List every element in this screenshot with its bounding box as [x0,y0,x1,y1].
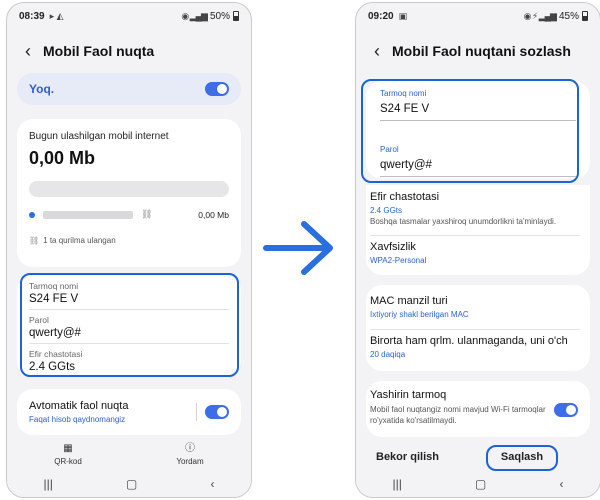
hidden-network-title: Yashirin tarmoq [370,389,447,401]
security-title: Xavfsizlik [370,241,416,253]
status-bar: 09:20 ▣ ◉ ⚡ ▂▄▆ 45% [356,3,600,29]
signal-icon: ◉ ▂▄▆ [181,10,208,21]
bottom-actions: ▦ QR-kod ⓘ Yordam [7,443,251,471]
notification-icons: ▣ [398,10,408,21]
hidden-network-card[interactable]: Yashirin tarmoq Mobil faol nuqtangiz nom… [366,381,590,437]
home-icon[interactable]: ▢ [475,477,486,491]
band-description: Boshqa tasmalar yaxshiroq unumdorlikni t… [370,217,557,226]
hotspot-switch[interactable] [205,82,229,96]
battery-icon [233,11,239,21]
security-row[interactable]: Xavfsizlik WPA2-Personal [370,241,580,265]
divider [370,329,580,330]
home-icon[interactable]: ▢ [126,477,137,491]
device-name-blurred [43,210,133,219]
qr-code-label: QR-kod [54,457,82,466]
page-title: Mobil Faol nuqtani sozlash [392,43,571,59]
usage-title: Bugun ulashilgan mobil internet [29,131,169,142]
battery-icon [582,11,588,21]
timeout-title: Birorta ham qrlm. ulanmaganda, uni o'ch [370,335,568,347]
header: ‹ Mobil Faol nuqtani sozlash [356,37,600,65]
divider [370,235,580,236]
system-nav-bar: ||| ▢ ‹ [7,471,251,497]
battery-level: 45% [558,10,579,22]
phone-screen-after: 09:20 ▣ ◉ ⚡ ▂▄▆ 45% ‹ Mobil Faol nuqtani… [355,2,600,498]
mac-value: Ixtiyoriy shakl berilgan MAC [370,310,469,319]
auto-hotspot-title: Avtomatik faol nuqta [29,400,129,412]
bottom-actions: Bekor qilish Saqlash [356,445,600,471]
qr-code-icon: ▦ [63,443,73,454]
header: ‹ Mobil Faol nuqta [7,37,251,65]
back-nav-icon[interactable]: ‹ [210,477,214,491]
cancel-button[interactable]: Bekor qilish [376,451,439,463]
help-label: Yordam [176,457,204,466]
back-nav-icon[interactable]: ‹ [559,477,563,491]
link-icon: ⛓ [29,236,40,245]
system-nav-bar: ||| ▢ ‹ [356,471,600,497]
toggle-label: Yoq. [29,82,55,96]
device-row: ⛓ 0,00 Mb [29,209,229,220]
band-title: Efir chastotasi [370,191,440,203]
right-arrow-icon [262,218,338,283]
device-dot-icon [29,211,35,218]
back-arrow-icon[interactable]: ‹ [374,42,380,60]
usage-card: Bugun ulashilgan mobil internet 0,00 Mb … [17,119,241,267]
highlight-box [20,273,239,377]
qr-code-button[interactable]: ▦ QR-kod [7,443,129,471]
band-row[interactable]: Efir chastotasi 2.4 GGts Boshqa tasmalar… [370,191,580,227]
save-button[interactable]: Saqlash [486,445,558,471]
band-security-card: Efir chastotasi 2.4 GGts Boshqa tasmalar… [366,185,590,275]
notification-icons: ▸ ◭ [49,10,64,21]
highlight-box [361,79,579,183]
security-value: WPA2-Personal [370,256,427,265]
battery-level: 50% [209,10,230,22]
timeout-value: 20 daqiqa [370,350,406,359]
phone-screen-before: 08:39 ▸ ◭ ◉ ▂▄▆ 50% ‹ Mobil Faol nuqta Y… [6,2,252,498]
status-time: 09:20 [368,10,394,22]
help-button[interactable]: ⓘ Yordam [129,443,251,471]
hidden-network-switch[interactable] [554,403,578,417]
timeout-row[interactable]: Birorta ham qrlm. ulanmaganda, uni o'ch … [370,335,584,359]
advanced-card: MAC manzil turi Ixtiyoriy shakl berilgan… [366,285,590,371]
mac-row[interactable]: MAC manzil turi Ixtiyoriy shakl berilgan… [370,295,580,319]
link-icon: ⛓ [141,209,153,219]
connected-count: 1 ta qurilma ulangan [43,236,116,245]
back-arrow-icon[interactable]: ‹ [25,42,31,60]
recent-apps-icon[interactable]: ||| [44,477,53,491]
vertical-divider [196,403,197,421]
band-value: 2.4 GGts [370,206,403,215]
page-title: Mobil Faol nuqta [43,43,155,59]
info-icon: ⓘ [185,443,195,454]
hotspot-toggle-row[interactable]: Yoq. [17,73,241,105]
mac-title: MAC manzil turi [370,295,448,307]
auto-hotspot-switch[interactable] [205,405,229,419]
signal-icon: ◉ ⚡ ▂▄▆ [523,10,557,21]
usage-bar [29,181,229,197]
auto-hotspot-card[interactable]: Avtomatik faol nuqta Faqat hisob qaydnom… [17,389,241,435]
auto-hotspot-subtitle: Faqat hisob qaydnomangiz [29,415,126,424]
usage-value: 0,00 Mb [29,148,96,168]
status-bar: 08:39 ▸ ◭ ◉ ▂▄▆ 50% [7,3,251,29]
connected-row: ⛓ 1 ta qurilma ulangan [29,236,229,245]
device-usage: 0,00 Mb [198,209,229,220]
status-time: 08:39 [19,10,45,22]
hidden-network-description: Mobil faol nuqtangiz nomi mavjud Wi-Fi t… [370,405,546,425]
recent-apps-icon[interactable]: ||| [393,477,402,491]
